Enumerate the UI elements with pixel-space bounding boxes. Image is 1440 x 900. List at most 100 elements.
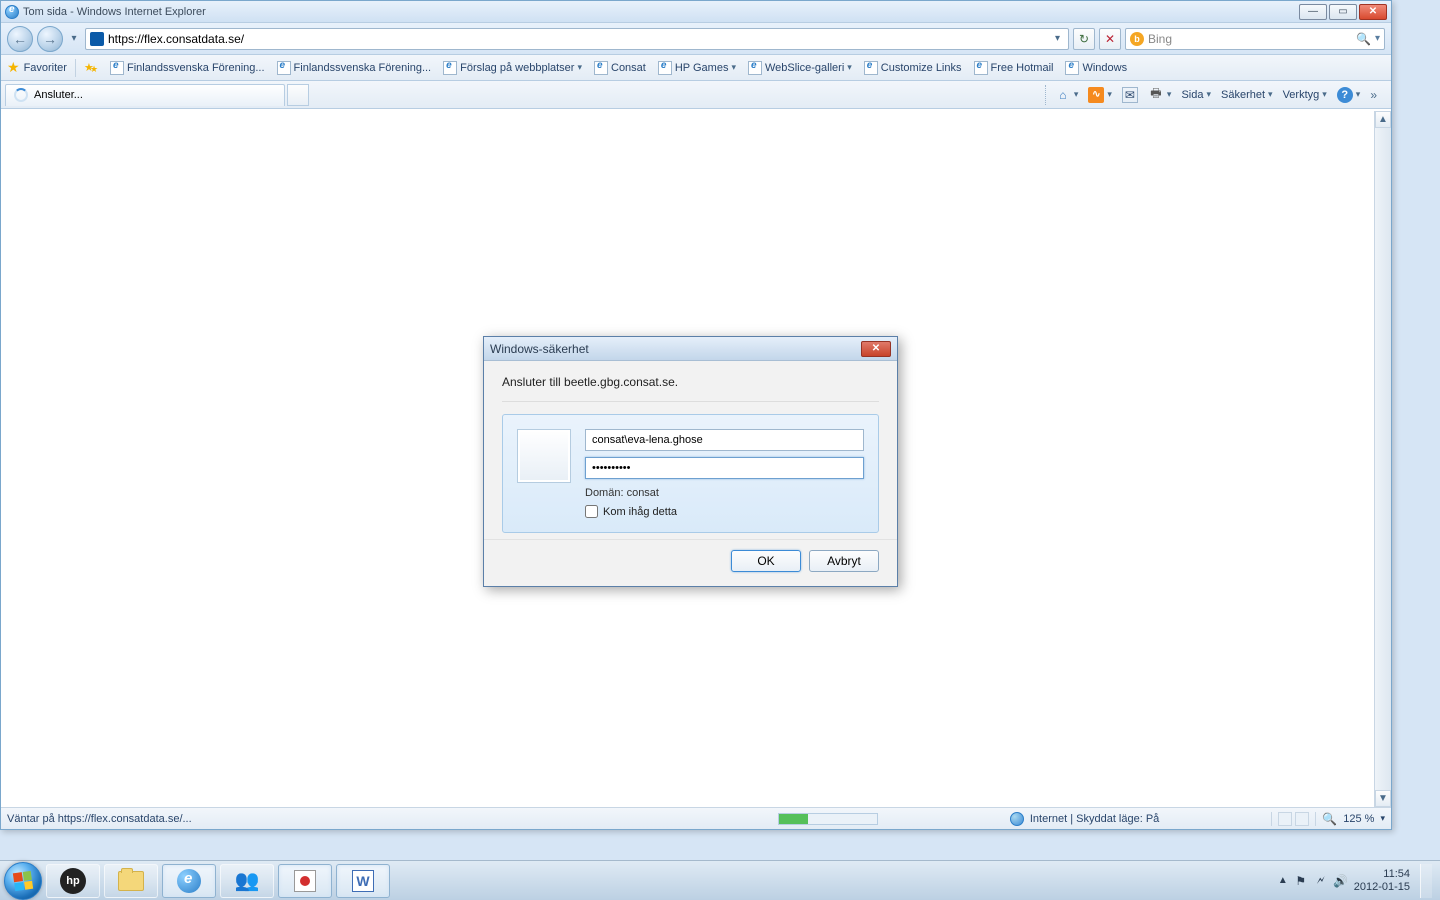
search-box[interactable]: b Bing 🔍 ▾ <box>1125 28 1385 50</box>
help-button[interactable]: ?▾ <box>1333 85 1365 105</box>
word-icon: W <box>352 870 374 892</box>
bookmark-label: Windows <box>1082 62 1127 74</box>
scroll-up-button[interactable]: ▲ <box>1375 111 1391 128</box>
print-icon: 🖶 <box>1148 87 1164 103</box>
username-input[interactable] <box>585 429 864 451</box>
bookmark-item[interactable]: WebSlice-galleri▾ <box>744 59 856 77</box>
chevron-down-icon[interactable]: ▾ <box>1107 89 1112 100</box>
maximize-button[interactable]: ▭ <box>1329 4 1357 20</box>
volume-icon[interactable]: 🔊 <box>1334 874 1348 888</box>
dialog-close-button[interactable]: ✕ <box>861 341 891 357</box>
browser-tab[interactable]: Ansluter... <box>5 84 285 106</box>
chevron-down-icon[interactable]: ▾ <box>1074 89 1079 100</box>
bookmark-item[interactable]: Finlandssvenska Förening... <box>273 59 436 77</box>
bookmark-label: Consat <box>611 62 646 74</box>
show-desktop-button[interactable] <box>1420 864 1432 898</box>
url-dropdown[interactable]: ▾ <box>1055 33 1060 44</box>
add-favorites-icon[interactable] <box>84 61 102 75</box>
clock-date: 2012-01-15 <box>1354 881 1410 894</box>
page-icon <box>658 61 672 75</box>
favorites-bar: ★ Favoriter Finlandssvenska Förening... … <box>1 55 1391 81</box>
new-tab-button[interactable] <box>287 84 309 106</box>
taskbar-recorder-app[interactable] <box>278 864 332 898</box>
bookmark-label: Finlandssvenska Förening... <box>127 62 265 74</box>
power-icon[interactable]: 🗲 <box>1314 874 1328 888</box>
read-mail-button[interactable]: ✉ <box>1118 85 1142 105</box>
safety-menu[interactable]: Säkerhet▾ <box>1217 87 1277 103</box>
chevrons-right-icon: » <box>1370 88 1377 102</box>
rss-icon: ∿ <box>1088 87 1104 103</box>
ok-button[interactable]: OK <box>731 550 801 572</box>
windows-logo-icon <box>13 870 33 890</box>
tray-overflow-button[interactable]: ▲ <box>1278 875 1288 886</box>
back-button[interactable]: ← <box>7 26 33 52</box>
zoom-icon[interactable]: 🔍 <box>1322 812 1337 826</box>
chevron-down-icon[interactable]: ▾ <box>1167 89 1172 100</box>
bookmark-item[interactable]: Windows <box>1061 59 1131 77</box>
messenger-icon: 👥 <box>234 868 260 894</box>
zoom-level[interactable]: 125 % <box>1343 813 1374 825</box>
favorites-star-icon[interactable]: ★ <box>7 59 20 76</box>
chevron-down-icon[interactable]: ▾ <box>1356 89 1361 100</box>
credentials-fields: Domän: consat Kom ihåg detta <box>585 429 864 518</box>
taskbar-messenger[interactable]: 👥 <box>220 864 274 898</box>
home-button[interactable]: ⌂▾ <box>1051 85 1083 105</box>
address-bar[interactable]: ▾ <box>85 28 1069 50</box>
taskbar-word[interactable]: W <box>336 864 390 898</box>
toolbar-overflow[interactable]: » <box>1366 86 1381 104</box>
scroll-down-button[interactable]: ▼ <box>1375 790 1391 807</box>
popup-blocker-icon[interactable] <box>1295 812 1309 826</box>
start-button[interactable] <box>4 862 42 900</box>
remember-checkbox[interactable] <box>585 505 598 518</box>
favorites-label[interactable]: Favoriter <box>24 62 67 74</box>
clock[interactable]: 11:54 2012-01-15 <box>1354 868 1410 894</box>
chevron-down-icon[interactable]: ▾ <box>577 62 582 73</box>
tab-label: Ansluter... <box>34 89 83 101</box>
home-icon: ⌂ <box>1055 87 1071 103</box>
vertical-scrollbar[interactable]: ▲ ▼ <box>1374 111 1391 807</box>
bookmark-item[interactable]: Customize Links <box>860 59 966 77</box>
dialog-title-bar[interactable]: Windows-säkerhet ✕ <box>484 337 897 361</box>
bookmark-item[interactable]: Free Hotmail <box>970 59 1058 77</box>
nav-bar: ← → ▾ ▾ ↻ ✕ b Bing 🔍 ▾ <box>1 23 1391 55</box>
window-controls: — ▭ ✕ <box>1297 4 1387 20</box>
minimize-button[interactable]: — <box>1299 4 1327 20</box>
taskbar-hp-app[interactable]: hp <box>46 864 100 898</box>
url-input[interactable] <box>108 32 1051 46</box>
cancel-button[interactable]: Avbryt <box>809 550 879 572</box>
chevron-down-icon[interactable]: ▾ <box>847 62 852 73</box>
tab-bar: Ansluter... ⌂▾ ∿▾ ✉ 🖶▾ Sida▾ Säkerhet▾ V… <box>1 81 1391 109</box>
record-icon <box>294 870 316 892</box>
bookmark-item[interactable]: Förslag på webbplatser▾ <box>439 59 586 77</box>
taskbar-internet-explorer[interactable] <box>162 864 216 898</box>
title-bar[interactable]: Tom sida - Windows Internet Explorer — ▭… <box>1 1 1391 23</box>
page-menu[interactable]: Sida▾ <box>1177 87 1215 103</box>
privacy-icon[interactable] <box>1278 812 1292 826</box>
password-input[interactable] <box>585 457 864 479</box>
system-tray: ▲ ⚑ 🗲 🔊 11:54 2012-01-15 <box>1278 864 1436 898</box>
bookmark-label: Finlandssvenska Förening... <box>294 62 432 74</box>
stop-button[interactable]: ✕ <box>1099 28 1121 50</box>
chevron-down-icon[interactable]: ▾ <box>731 62 736 73</box>
zoom-dropdown[interactable]: ▾ <box>1380 813 1385 824</box>
user-picture-icon <box>517 429 571 483</box>
refresh-button[interactable]: ↻ <box>1073 28 1095 50</box>
taskbar-explorer[interactable] <box>104 864 158 898</box>
action-center-icon[interactable]: ⚑ <box>1294 874 1308 888</box>
remember-checkbox-row[interactable]: Kom ihåg detta <box>585 505 864 518</box>
dialog-title: Windows-säkerhet <box>490 342 589 356</box>
bookmark-item[interactable]: Consat <box>590 59 650 77</box>
grip-icon[interactable] <box>1045 85 1049 105</box>
feeds-button[interactable]: ∿▾ <box>1084 85 1116 105</box>
bookmark-item[interactable]: HP Games▾ <box>654 59 740 77</box>
tools-menu[interactable]: Verktyg▾ <box>1279 87 1331 103</box>
search-icon[interactable]: 🔍 <box>1356 32 1371 46</box>
progress-fill <box>779 814 808 824</box>
print-button[interactable]: 🖶▾ <box>1144 85 1176 105</box>
search-dropdown[interactable]: ▾ <box>1375 33 1380 44</box>
security-zone-text[interactable]: Internet | Skyddat läge: På <box>1030 813 1159 825</box>
nav-history-dropdown[interactable]: ▾ <box>67 33 81 44</box>
forward-button[interactable]: → <box>37 26 63 52</box>
bookmark-item[interactable]: Finlandssvenska Förening... <box>106 59 269 77</box>
close-button[interactable]: ✕ <box>1359 4 1387 20</box>
